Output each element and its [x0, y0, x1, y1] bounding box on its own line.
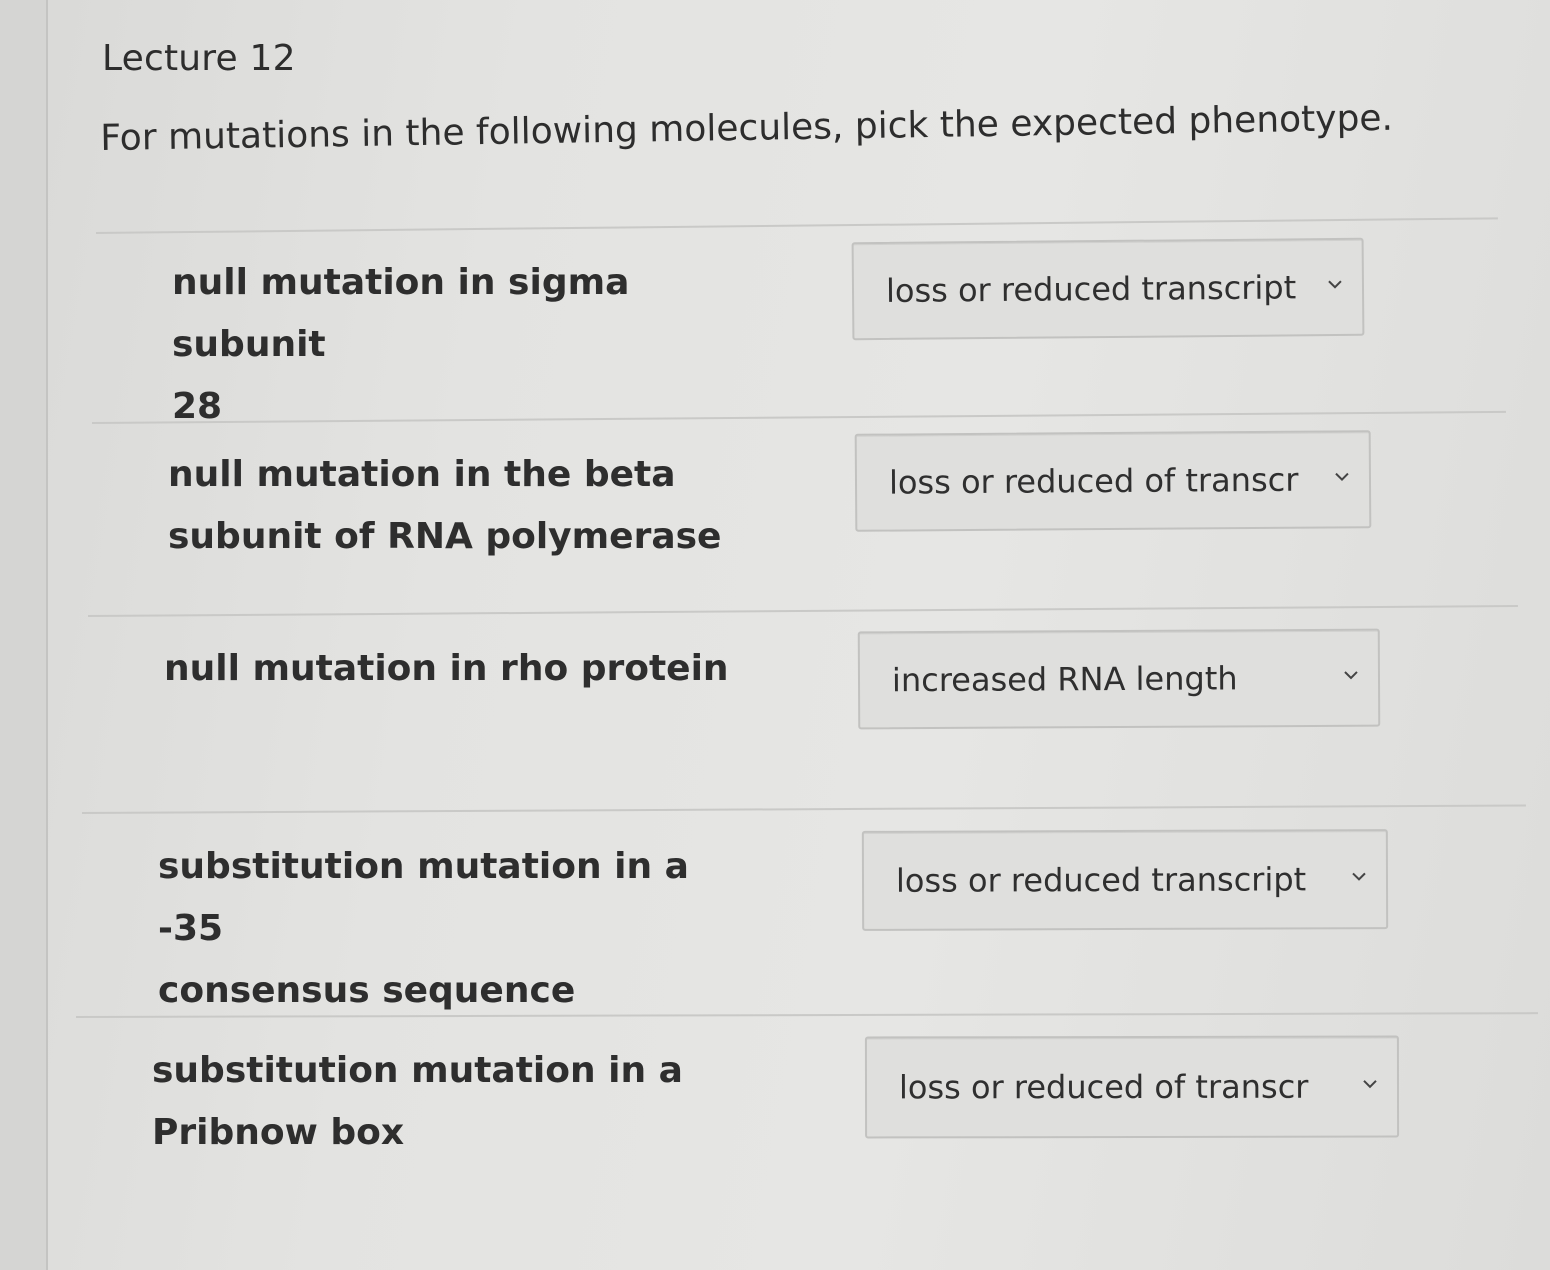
phenotype-select[interactable]: loss or reduced of transcri: [854, 430, 1372, 532]
select-value: loss or reduced transcripti: [885, 268, 1297, 310]
phenotype-select[interactable]: loss or reduced of transcri: [864, 1035, 1400, 1139]
quiz-page: Lecture 12 For mutations in the followin…: [48, 0, 1550, 1270]
row-label: null mutation in rho protein: [164, 648, 729, 689]
chevron-down-icon: [1344, 668, 1358, 682]
phenotype-select[interactable]: loss or reduced transcripti: [851, 237, 1365, 341]
chevron-down-icon: [1352, 869, 1366, 883]
select-value: increased RNA length: [891, 659, 1238, 700]
row-label: null mutation in sigma subunit 28: [172, 262, 630, 427]
chevron-down-icon: [1328, 277, 1342, 291]
row-label: substitution mutation in a Pribnow box: [152, 1050, 683, 1153]
divider: [87, 605, 1518, 617]
chevron-down-icon: [1335, 470, 1349, 484]
phenotype-select[interactable]: increased RNA length: [857, 628, 1381, 730]
lecture-title: Lecture 12: [102, 38, 296, 79]
left-margin: [0, 0, 48, 1270]
row-label: null mutation in the beta subunit of RNA…: [168, 454, 722, 557]
row-label: substitution mutation in a -35 consensus…: [158, 846, 689, 1011]
select-value: loss or reduced of transcri: [898, 1067, 1310, 1107]
question-prompt: For mutations in the following molecules…: [100, 97, 1394, 159]
divider: [95, 217, 1498, 234]
select-value: loss or reduced transcripti: [895, 860, 1307, 900]
divider: [81, 804, 1526, 814]
select-value: loss or reduced of transcri: [888, 460, 1300, 502]
chevron-down-icon: [1363, 1077, 1377, 1091]
phenotype-select[interactable]: loss or reduced transcripti: [861, 829, 1389, 931]
